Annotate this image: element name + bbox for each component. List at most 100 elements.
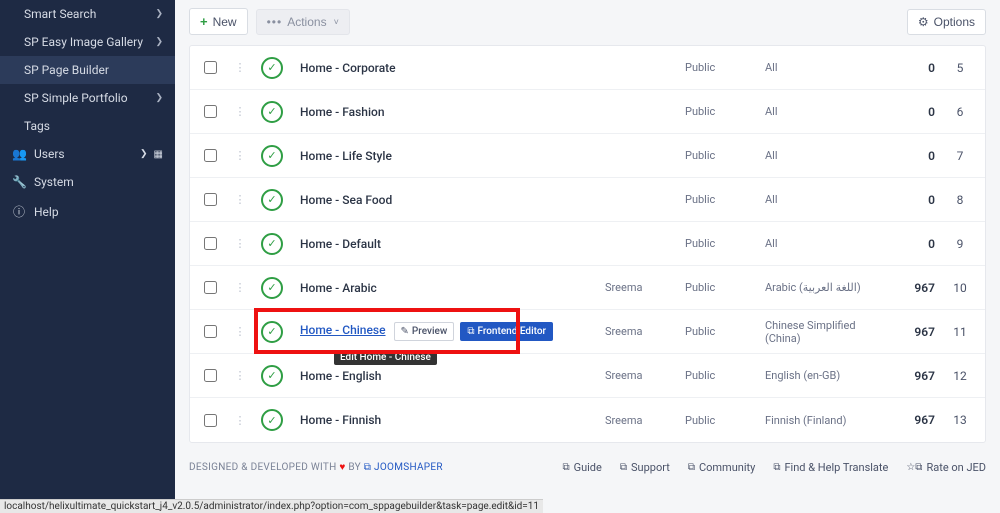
- page-title[interactable]: Home - Life Style: [300, 149, 392, 163]
- footer-link[interactable]: ⧉Support: [620, 461, 670, 474]
- footer-link-label: Find & Help Translate: [784, 461, 888, 474]
- access-cell: Public: [685, 237, 765, 250]
- external-link-icon: ⧉: [364, 462, 371, 473]
- external-link-icon: ⧉: [562, 462, 569, 473]
- access-cell: Public: [685, 61, 765, 74]
- footer-link[interactable]: ⧉Community: [688, 461, 755, 474]
- id-cell: 11: [935, 325, 985, 339]
- access-cell: Public: [685, 193, 765, 206]
- row-checkbox[interactable]: [204, 325, 217, 338]
- hits-cell: 0: [885, 193, 935, 207]
- drag-handle[interactable]: ⋮: [230, 149, 250, 162]
- external-link-icon: ⧉: [467, 326, 474, 337]
- access-cell: Public: [685, 369, 765, 382]
- page-title[interactable]: Home - Arabic: [300, 281, 377, 295]
- status-published-icon[interactable]: ✓: [261, 233, 283, 255]
- page-title[interactable]: Home - Finnish: [300, 413, 381, 427]
- hits-cell: 0: [885, 237, 935, 251]
- chevron-right-icon: ❯: [155, 93, 163, 103]
- browser-statusbar: localhost/helixultimate_quickstart_j4_v2…: [0, 499, 543, 513]
- id-cell: 10: [935, 281, 985, 295]
- footer-link[interactable]: ☆⧉Rate on JED: [906, 461, 986, 474]
- drag-handle[interactable]: ⋮: [230, 281, 250, 294]
- language-cell: Chinese Simplified (China): [765, 319, 885, 345]
- sidebar-cat[interactable]: ⓘHelp: [0, 196, 175, 227]
- drag-handle[interactable]: ⋮: [230, 369, 250, 382]
- page-title[interactable]: Home - Fashion: [300, 105, 385, 119]
- status-published-icon[interactable]: ✓: [261, 189, 283, 211]
- external-link-icon: ⧉: [620, 462, 627, 473]
- language-cell: All: [765, 61, 885, 74]
- gear-icon: ⚙: [918, 15, 929, 29]
- new-button-label: New: [213, 15, 237, 29]
- access-cell: Public: [685, 149, 765, 162]
- status-published-icon[interactable]: ✓: [261, 321, 283, 343]
- drag-handle[interactable]: ⋮: [230, 61, 250, 74]
- sidebar-item[interactable]: SP Easy Image Gallery❯: [0, 28, 175, 56]
- page-title[interactable]: Home - Default: [300, 237, 381, 251]
- row-checkbox[interactable]: [204, 414, 217, 427]
- language-cell: All: [765, 105, 885, 118]
- page-title[interactable]: Home - Sea Food: [300, 193, 392, 207]
- chevron-right-icon: ❯: [155, 37, 163, 47]
- sidebar-cat[interactable]: 🔧System: [0, 168, 175, 196]
- hits-cell: 0: [885, 61, 935, 75]
- footer-brand-link[interactable]: JOOMSHAPER: [374, 462, 443, 473]
- status-published-icon[interactable]: ✓: [261, 409, 283, 431]
- status-published-icon[interactable]: ✓: [261, 277, 283, 299]
- chevron-right-icon: ❯: [140, 149, 148, 159]
- options-button[interactable]: ⚙Options: [907, 9, 986, 35]
- table-row: ⋮ ✓ Home - Life Style Public All 0 7: [190, 134, 985, 178]
- row-checkbox[interactable]: [204, 281, 217, 294]
- id-cell: 13: [935, 413, 985, 427]
- preview-button[interactable]: ✎Preview: [394, 322, 455, 341]
- actions-button[interactable]: •••Actions˅: [256, 9, 350, 35]
- main: +New •••Actions˅ ⚙Options ⋮ ✓ Home - Cor…: [175, 0, 1000, 513]
- status-published-icon[interactable]: ✓: [261, 101, 283, 123]
- drag-handle[interactable]: ⋮: [230, 414, 250, 427]
- drag-handle[interactable]: ⋮: [230, 325, 250, 338]
- row-checkbox[interactable]: [204, 369, 217, 382]
- row-checkbox[interactable]: [204, 193, 217, 206]
- language-cell: Finnish (Finland): [765, 414, 885, 427]
- status-published-icon[interactable]: ✓: [261, 365, 283, 387]
- id-cell: 12: [935, 369, 985, 383]
- drag-handle[interactable]: ⋮: [230, 237, 250, 250]
- access-cell: Public: [685, 325, 765, 338]
- id-cell: 9: [935, 237, 985, 251]
- row-checkbox[interactable]: [204, 61, 217, 74]
- footer-link[interactable]: ⧉Find & Help Translate: [773, 461, 888, 474]
- status-published-icon[interactable]: ✓: [261, 57, 283, 79]
- author-cell: Sreema: [605, 369, 685, 382]
- sidebar-item[interactable]: SP Page Builder: [0, 56, 175, 84]
- page-title[interactable]: Home - English: [300, 369, 381, 383]
- access-cell: Public: [685, 105, 765, 118]
- footer-link[interactable]: ⧉ Guide: [562, 461, 601, 474]
- status-published-icon[interactable]: ✓: [261, 145, 283, 167]
- page-title[interactable]: Home - Corporate: [300, 61, 396, 75]
- table-row: ⋮ ✓ Home - Arabic Sreema Public Arabic (…: [190, 266, 985, 310]
- sidebar-cat[interactable]: 👥Users❯▦: [0, 140, 175, 168]
- row-checkbox[interactable]: [204, 237, 217, 250]
- toolbar: +New •••Actions˅ ⚙Options: [175, 0, 1000, 45]
- sidebar-item[interactable]: Tags: [0, 112, 175, 140]
- frontend-editor-button[interactable]: ⧉Frontend Editor: [460, 322, 553, 341]
- drag-handle[interactable]: ⋮: [230, 193, 250, 206]
- row-checkbox[interactable]: [204, 149, 217, 162]
- sidebar-item[interactable]: Smart Search❯: [0, 0, 175, 28]
- sidebar-item-label: SP Simple Portfolio: [24, 91, 128, 105]
- sidebar-item[interactable]: SP Simple Portfolio ❯: [0, 84, 175, 112]
- table-row: ⋮ ✓ Home - English Sreema Public English…: [190, 354, 985, 398]
- row-checkbox[interactable]: [204, 105, 217, 118]
- drag-handle[interactable]: ⋮: [230, 105, 250, 118]
- footer-link-label: Guide: [574, 461, 602, 474]
- chevron-down-icon: ˅: [334, 17, 339, 27]
- actions-button-label: Actions: [287, 15, 326, 29]
- table-row: ⋮ ✓ Home - Finnish Sreema Public Finnish…: [190, 398, 985, 442]
- external-link-icon: ⧉: [688, 462, 695, 473]
- plus-icon: +: [200, 14, 208, 29]
- footer-by: BY: [348, 462, 361, 473]
- page-title-link[interactable]: Home - Chinese: [300, 323, 386, 337]
- wrench-icon: 🔧: [12, 175, 26, 189]
- new-button[interactable]: + New: [189, 8, 248, 35]
